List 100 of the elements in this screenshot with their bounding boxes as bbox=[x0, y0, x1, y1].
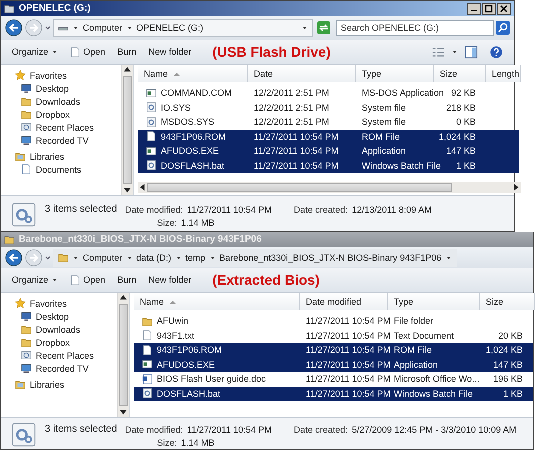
caret-icon[interactable] bbox=[302, 25, 308, 31]
file-row[interactable]: 943F1P06.ROM 11/27/2011 10:54 PM ROM File 1,024 KB bbox=[138, 130, 519, 144]
date-cell: 11/27/2011 10:54 PM bbox=[254, 132, 339, 142]
breadcrumb-item[interactable]: temp bbox=[186, 252, 206, 262]
address-bar[interactable]: Computer data (D:) temp Barebone_nt330i_BIOS_JTX-N BIOS-Binary 943F1P06 bbox=[53, 248, 457, 266]
sidebar-item[interactable]: Documents bbox=[11, 163, 121, 176]
file-row[interactable]: DOSFLASH.bat 11/27/2011 10:54 PM Windows Batch File 1 KB bbox=[134, 386, 534, 401]
vertical-scrollbar[interactable] bbox=[117, 293, 129, 417]
horizontal-scrollbar[interactable] bbox=[138, 182, 521, 193]
sidebar-item[interactable]: Desktop bbox=[11, 82, 121, 95]
sidebar-item[interactable]: Dropbox bbox=[11, 108, 121, 121]
toolbar-button[interactable]: Organize bbox=[7, 273, 63, 287]
date-cell: 11/27/2011 10:54 PM bbox=[254, 160, 339, 171]
search-field[interactable]: Search OPENELEC (G:) bbox=[336, 20, 494, 36]
document-icon bbox=[70, 274, 81, 286]
toolbar-button[interactable]: Organize bbox=[7, 45, 63, 59]
sidebar-item[interactable]: Desktop bbox=[11, 310, 117, 323]
sidebar-item[interactable]: Recent Places bbox=[11, 121, 121, 134]
toolbar-button[interactable]: Burn bbox=[112, 45, 142, 59]
file-name: 943F1P06.ROM bbox=[161, 132, 226, 142]
size-cell: 1,024 KB bbox=[486, 345, 524, 356]
breadcrumb-item[interactable]: Computer bbox=[83, 23, 123, 33]
file-row[interactable]: 943F1.txt 11/27/2011 10:54 PM Text Document 20 KB bbox=[134, 328, 534, 343]
column-header[interactable]: Length bbox=[486, 65, 521, 82]
file-row[interactable]: DOSFLASH.bat 11/27/2011 10:54 PM Windows Batch File 1 KB bbox=[138, 158, 519, 173]
sidebar-item[interactable]: Downloads bbox=[11, 95, 121, 108]
view-options-icon[interactable] bbox=[432, 46, 445, 58]
sidebar-item[interactable]: Recent Places bbox=[11, 349, 117, 362]
file-row[interactable]: BIOS Flash User guide.doc 11/27/2011 10:54 PM Microsoft Office Wo... 196 KB bbox=[134, 372, 534, 386]
minimize-icon bbox=[471, 10, 477, 12]
caret-icon[interactable] bbox=[45, 254, 51, 260]
sidebar-item[interactable]: Recorded TV bbox=[11, 362, 117, 375]
file-row[interactable]: COMMAND.COM 12/2/2011 2:51 PM MS-DOS Application 92 KB bbox=[138, 86, 519, 100]
scroll-down-arrow-icon[interactable] bbox=[123, 186, 132, 195]
help-icon[interactable] bbox=[490, 46, 503, 58]
toolbar-button[interactable]: New folder bbox=[144, 45, 197, 59]
file-name: DOSFLASH.bat bbox=[161, 160, 225, 171]
back-button[interactable] bbox=[5, 19, 23, 37]
scroll-up-arrow-icon[interactable] bbox=[123, 65, 132, 74]
toolbar-button[interactable]: Burn bbox=[112, 273, 142, 287]
caret-icon[interactable] bbox=[45, 25, 51, 31]
type-cell: Microsoft Office Wo... bbox=[394, 374, 480, 384]
type-cell: System file bbox=[362, 117, 406, 128]
date-cell: 11/27/2011 10:54 PM bbox=[306, 374, 391, 384]
caret-icon[interactable] bbox=[452, 49, 458, 55]
date-cell: 11/27/2011 10:54 PM bbox=[306, 388, 391, 399]
column-header[interactable]: Date modified bbox=[300, 293, 388, 310]
sidebar-group[interactable]: Libraries bbox=[11, 150, 121, 163]
sidebar-group[interactable]: Favorites bbox=[11, 297, 117, 310]
toolbar-button[interactable]: Open bbox=[64, 44, 111, 60]
file-row[interactable]: AFUDOS.EXE 11/27/2011 10:54 PM Application 147 KB bbox=[138, 144, 519, 158]
type-cell: Text Document bbox=[394, 330, 454, 341]
scroll-up-arrow-icon[interactable] bbox=[119, 293, 128, 302]
caret-icon bbox=[52, 49, 58, 55]
column-header[interactable]: Date bbox=[248, 65, 356, 82]
size-cell: 1 KB bbox=[456, 160, 476, 171]
library-folder-icon bbox=[15, 379, 26, 390]
type-cell: Application bbox=[394, 360, 438, 370]
file-name: 943F1.txt bbox=[157, 330, 195, 341]
breadcrumb-item[interactable]: OPENELEC (G:) bbox=[136, 23, 204, 33]
breadcrumb-item[interactable]: data (D:) bbox=[136, 252, 172, 262]
file-row[interactable]: AFUwin 11/27/2011 10:54 PM File folder bbox=[134, 314, 534, 328]
scroll-down-arrow-icon[interactable] bbox=[119, 408, 128, 417]
sidebar-group[interactable]: Libraries bbox=[11, 378, 117, 391]
maximize-button[interactable] bbox=[482, 2, 496, 14]
search-icon[interactable] bbox=[496, 21, 510, 35]
size-cell: 147 KB bbox=[446, 146, 476, 156]
column-header[interactable]: Name bbox=[134, 293, 300, 310]
document-icon bbox=[70, 46, 81, 58]
date-cell: 11/27/2011 10:54 PM bbox=[306, 360, 391, 370]
file-row[interactable]: 943F1P06.ROM 11/27/2011 10:54 PM ROM File 1,024 KB bbox=[134, 343, 534, 358]
sort-arrow-icon bbox=[170, 300, 176, 304]
column-header[interactable]: Size bbox=[480, 293, 536, 310]
toolbar-button[interactable]: New folder bbox=[144, 273, 197, 287]
sidebar-group[interactable]: Favorites bbox=[11, 69, 121, 82]
vertical-scrollbar[interactable] bbox=[121, 65, 133, 195]
preview-pane-icon[interactable] bbox=[465, 46, 478, 58]
sidebar-item[interactable]: Recorded TV bbox=[11, 134, 121, 147]
back-button[interactable] bbox=[5, 248, 23, 266]
date-cell: 12/2/2011 2:51 PM bbox=[254, 117, 330, 128]
scroll-right-arrow-icon[interactable] bbox=[512, 183, 521, 192]
column-header[interactable]: Type bbox=[388, 293, 480, 310]
toolbar-button[interactable]: Open bbox=[64, 272, 111, 288]
sidebar-item[interactable]: Dropbox bbox=[11, 336, 117, 349]
sidebar-item[interactable]: Downloads bbox=[11, 323, 117, 336]
caret-icon bbox=[52, 277, 58, 283]
minimize-button[interactable] bbox=[467, 2, 481, 14]
address-bar[interactable]: Computer OPENELEC (G:) bbox=[53, 19, 313, 37]
file-row[interactable]: IO.SYS 12/2/2011 2:51 PM System file 218 KB bbox=[138, 100, 519, 115]
column-header[interactable]: Name bbox=[138, 65, 248, 82]
refresh-icon[interactable] bbox=[317, 21, 331, 35]
breadcrumb-item[interactable]: Barebone_nt330i_BIOS_JTX-N BIOS-Binary 943F1P06 bbox=[220, 252, 442, 262]
file-row[interactable]: MSDOS.SYS 12/2/2011 2:51 PM System file 0 KB bbox=[138, 115, 519, 130]
column-header[interactable]: Size bbox=[434, 65, 486, 82]
size-cell: 218 KB bbox=[446, 102, 476, 113]
scroll-left-arrow-icon[interactable] bbox=[138, 183, 147, 192]
file-row[interactable]: AFUDOS.EXE 11/27/2011 10:54 PM Application 147 KB bbox=[134, 358, 534, 372]
breadcrumb-item[interactable]: Computer bbox=[83, 252, 123, 262]
column-header[interactable]: Type bbox=[356, 65, 434, 82]
close-button[interactable] bbox=[497, 2, 511, 14]
